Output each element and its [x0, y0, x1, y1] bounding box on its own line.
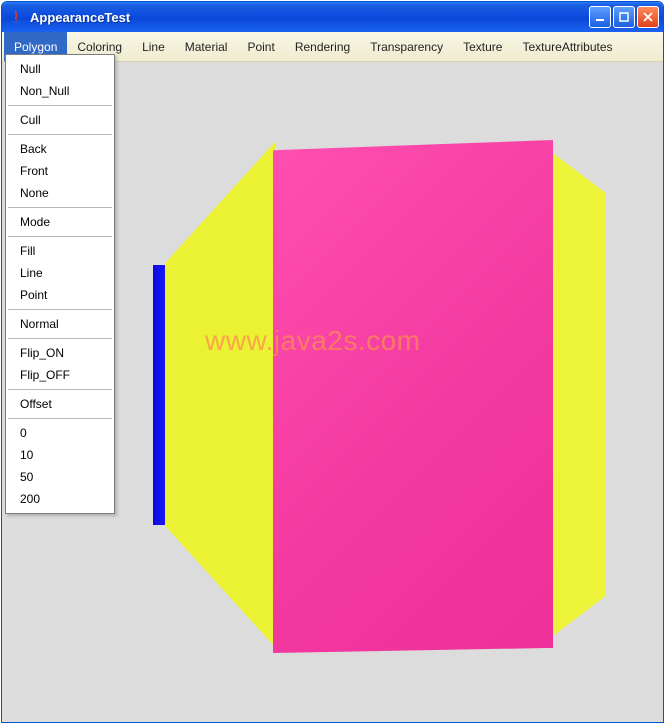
window-controls — [589, 6, 659, 28]
menu-option-null[interactable]: Null — [6, 58, 114, 80]
menu-separator — [8, 105, 112, 106]
menu-option-normal[interactable]: Normal — [6, 313, 114, 335]
menu-separator — [8, 134, 112, 135]
menu-option-point[interactable]: Point — [6, 284, 114, 306]
menu-option-offset[interactable]: Offset — [6, 393, 114, 415]
menu-option-back[interactable]: Back — [6, 138, 114, 160]
menu-option-non_null[interactable]: Non_Null — [6, 80, 114, 102]
menu-separator — [8, 207, 112, 208]
menu-option-front[interactable]: Front — [6, 160, 114, 182]
menu-option-fill[interactable]: Fill — [6, 240, 114, 262]
cube-face-blue — [153, 265, 165, 525]
titlebar[interactable]: AppearanceTest — [2, 2, 663, 32]
menu-option-0[interactable]: 0 — [6, 422, 114, 444]
menu-option-10[interactable]: 10 — [6, 444, 114, 466]
menu-option-none[interactable]: None — [6, 182, 114, 204]
minimize-button[interactable] — [589, 6, 611, 28]
menu-rendering[interactable]: Rendering — [285, 32, 360, 61]
3d-viewport[interactable]: www.java2s.com — [25, 90, 640, 705]
maximize-button[interactable] — [613, 6, 635, 28]
menu-option-line[interactable]: Line — [6, 262, 114, 284]
menu-texture[interactable]: Texture — [453, 32, 512, 61]
menu-option-200[interactable]: 200 — [6, 488, 114, 510]
menu-textureattributes[interactable]: TextureAttributes — [512, 32, 622, 61]
menu-option-mode[interactable]: Mode — [6, 211, 114, 233]
menu-separator — [8, 389, 112, 390]
menu-option-flip_off[interactable]: Flip_OFF — [6, 364, 114, 386]
cube-face-yellow-right — [545, 142, 605, 647]
menu-line[interactable]: Line — [132, 32, 175, 61]
menu-point[interactable]: Point — [237, 32, 284, 61]
cube-face-yellow-left — [165, 142, 275, 647]
close-button[interactable] — [637, 6, 659, 28]
menu-separator — [8, 338, 112, 339]
menu-transparency[interactable]: Transparency — [360, 32, 453, 61]
app-window: AppearanceTest PolygonColoringLineMateri… — [1, 1, 664, 723]
menu-option-cull[interactable]: Cull — [6, 109, 114, 131]
menu-option-flip_on[interactable]: Flip_ON — [6, 342, 114, 364]
java-app-icon — [8, 9, 24, 25]
menu-separator — [8, 236, 112, 237]
menu-material[interactable]: Material — [175, 32, 238, 61]
menu-option-50[interactable]: 50 — [6, 466, 114, 488]
cube-face-pink — [273, 140, 553, 653]
menu-separator — [8, 418, 112, 419]
window-title: AppearanceTest — [30, 10, 589, 25]
polygon-menu-dropdown: NullNon_Null Cull BackFrontNone Mode FillLin… — [5, 54, 115, 514]
menu-separator — [8, 309, 112, 310]
